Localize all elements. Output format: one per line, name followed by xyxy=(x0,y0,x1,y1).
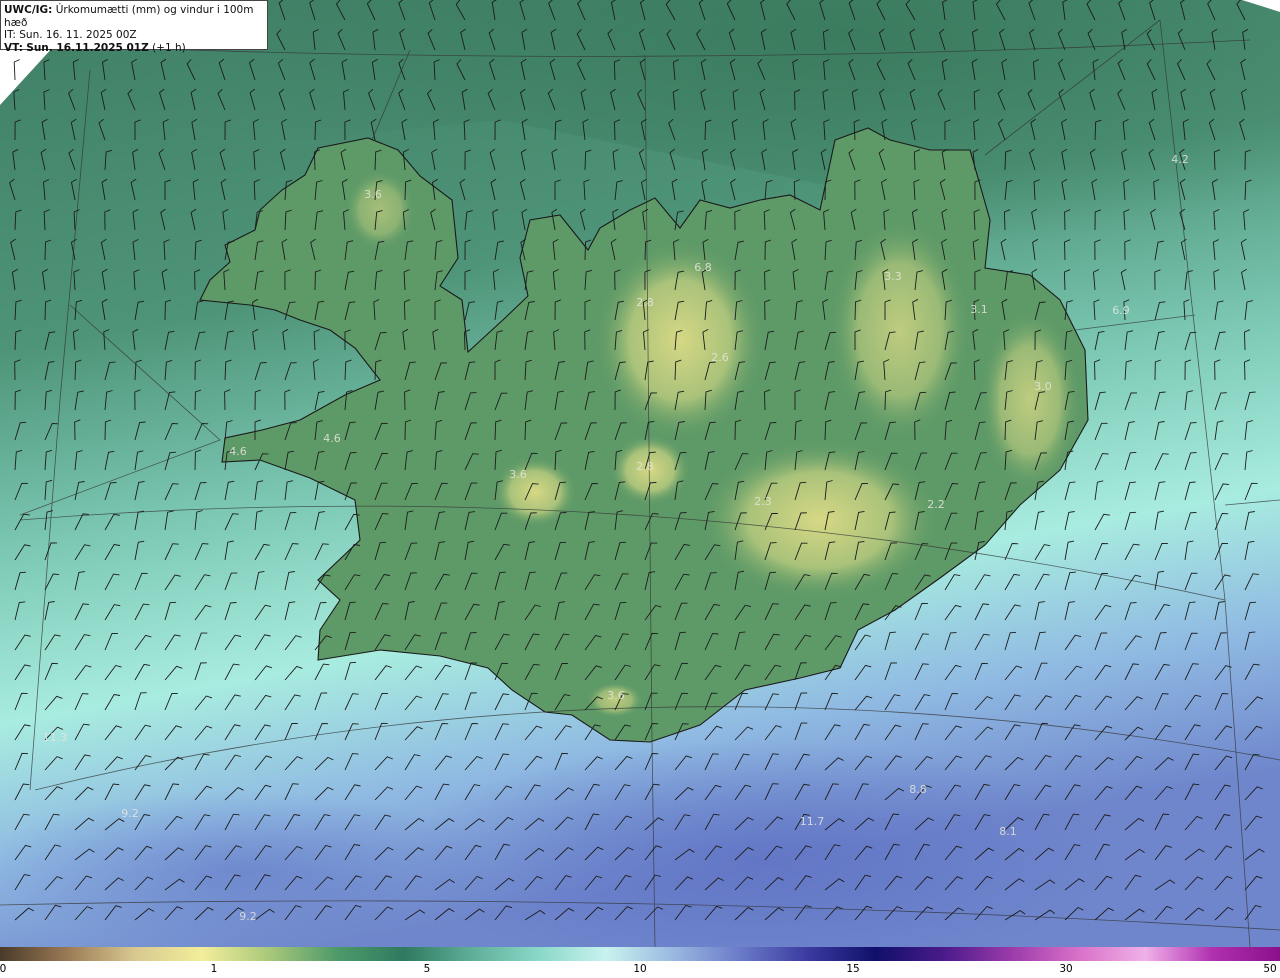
precip-value-label: 2.8 xyxy=(636,296,654,309)
colorbar-tick: 5 xyxy=(423,963,431,975)
colorbar-tick: 1 xyxy=(210,963,218,975)
precip-value-label: 11.7 xyxy=(800,815,825,828)
valid-time-line: VT: Sun. 16.11.2025 01Z (+1 h) xyxy=(4,42,264,55)
product-line: UWC/IG: Úrkomumætti (mm) og vindur i 100… xyxy=(4,4,264,29)
precip-value-label: 4.2 xyxy=(1171,153,1189,166)
colorbar-tick: 15 xyxy=(846,963,860,975)
lead-time: (+1 h) xyxy=(152,41,186,54)
precip-value-label: 3.3 xyxy=(884,270,902,283)
precip-value-label: 6.9 xyxy=(1112,304,1130,317)
precip-value-label: 3.6 xyxy=(364,188,382,201)
precip-value-label: 8.8 xyxy=(909,783,927,796)
init-prefix: IT: xyxy=(4,29,16,41)
valid-time: Sun. 16.11.2025 01Z xyxy=(26,41,149,54)
colorbar-tick: 50 xyxy=(1263,963,1277,975)
init-time: Sun. 16. 11. 2025 00Z xyxy=(19,29,137,41)
precip-value-label: 3.6 xyxy=(509,468,527,481)
precip-value-label: 3.1 xyxy=(970,303,988,316)
colorbar-tick: 10 xyxy=(633,963,647,975)
precip-value-label: 8.1 xyxy=(999,825,1017,838)
forecast-map: 3.6 6.8 2.8 3.3 3.1 6.9 4.2 2.6 3.0 4.6 4.6 3.6 2.8 2… xyxy=(0,0,1280,978)
colorbar-tick: 0 xyxy=(0,963,7,975)
blue-swirl-southwest xyxy=(0,790,500,950)
colorbar: 0 1 5 10 15 30 50 xyxy=(0,947,1280,978)
wind-barb xyxy=(13,59,20,81)
precip-value-label: 2.6 xyxy=(711,351,729,364)
init-time-line: IT: Sun. 16. 11. 2025 00Z xyxy=(4,29,264,42)
blue-swirl-south xyxy=(400,740,1120,978)
valid-prefix: VT: xyxy=(4,41,23,54)
precip-value-label: 6.8 xyxy=(694,261,712,274)
precip-value-label: 3.0 xyxy=(1034,380,1052,393)
precip-value-label: 11.3 xyxy=(43,731,68,744)
precip-value-label: 2.3 xyxy=(754,495,772,508)
precip-value-label: 2.2 xyxy=(927,498,945,511)
map-title-box: UWC/IG: Úrkomumætti (mm) og vindur i 100… xyxy=(0,0,268,54)
colorbar-tick: 30 xyxy=(1059,963,1073,975)
colorbar-strip xyxy=(0,947,1280,961)
precip-value-label: 9.2 xyxy=(239,910,257,923)
precip-value-label: 2.8 xyxy=(636,460,654,473)
precip-value-label: 3.6 xyxy=(607,689,625,702)
precip-value-label: 4.6 xyxy=(229,445,247,458)
precip-value-label: 9.2 xyxy=(121,807,139,820)
product-prefix: UWC/IG: xyxy=(4,4,53,16)
precip-value-label: 4.6 xyxy=(323,432,341,445)
